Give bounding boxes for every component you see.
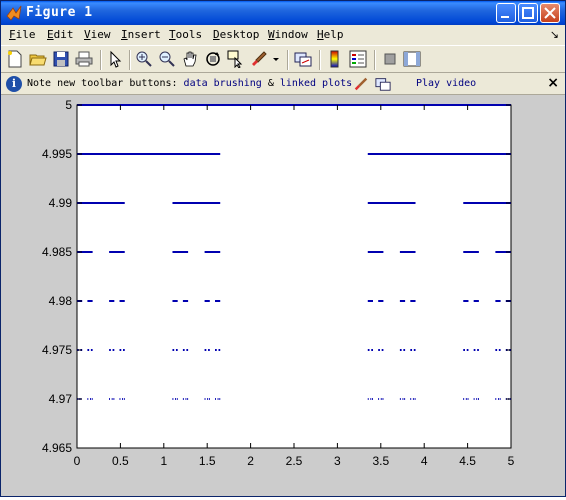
data-cursor-icon[interactable] bbox=[227, 50, 245, 68]
print-icon[interactable] bbox=[75, 50, 93, 68]
x-tick-label: 1 bbox=[160, 454, 167, 468]
zoom-in-icon[interactable] bbox=[135, 50, 153, 68]
x-tick-label: 0 bbox=[74, 454, 81, 468]
toolbar-separator bbox=[287, 50, 289, 70]
link-plot-icon bbox=[375, 78, 391, 91]
x-tick-label: 1.5 bbox=[199, 454, 216, 468]
toolbar-separator bbox=[374, 50, 376, 70]
data-brushing-link[interactable]: data brushing bbox=[184, 78, 262, 89]
menu-edit[interactable]: Edit bbox=[47, 28, 74, 41]
x-tick-label: 3 bbox=[334, 454, 341, 468]
close-icon bbox=[544, 7, 556, 19]
figure-window: Figure 1 File Edit View Insert Tools Des… bbox=[0, 0, 566, 497]
open-file-icon[interactable] bbox=[29, 50, 47, 68]
menu-window[interactable]: Window bbox=[268, 28, 308, 41]
edit-plot-arrow-icon[interactable] bbox=[106, 50, 124, 68]
y-tick-label: 4.975 bbox=[42, 343, 72, 357]
x-tick-label: 2.5 bbox=[286, 454, 303, 468]
info-icon: i bbox=[6, 76, 22, 92]
close-info-bar-icon[interactable]: × bbox=[547, 75, 559, 91]
title-bar[interactable]: Figure 1 bbox=[1, 1, 565, 25]
dock-figure-icon[interactable]: ↘ bbox=[550, 28, 559, 41]
toolbar-separator bbox=[129, 50, 131, 70]
plot-svg: 0 0.5 1 1.5 2 2.5 3 3.5 4 4.5 5 4.965 4.97 4.975 4.98 4… bbox=[42, 98, 515, 468]
insert-legend-icon[interactable] bbox=[349, 50, 367, 68]
y-tick-label: 4.98 bbox=[49, 294, 73, 308]
y-tick-label: 4.99 bbox=[49, 196, 73, 210]
menu-view[interactable]: View bbox=[84, 28, 111, 41]
linked-plots-link[interactable]: linked plots bbox=[280, 78, 352, 89]
brush-dropdown-icon[interactable] bbox=[271, 50, 281, 68]
info-bar: i Note new toolbar buttons: data brushin… bbox=[1, 73, 565, 95]
menu-file[interactable]: File bbox=[9, 28, 36, 41]
brush-icon bbox=[354, 77, 368, 91]
y-tick-label: 5 bbox=[65, 98, 72, 112]
y-tick-label: 4.97 bbox=[49, 392, 73, 406]
x-tick-label: 5 bbox=[508, 454, 515, 468]
minimize-icon bbox=[501, 16, 509, 18]
maximize-button[interactable] bbox=[518, 3, 538, 23]
x-tick-label: 0.5 bbox=[112, 454, 129, 468]
y-tick-label: 4.965 bbox=[42, 441, 72, 455]
y-tick-label: 4.995 bbox=[42, 147, 72, 161]
play-video-link[interactable]: Play video bbox=[416, 78, 476, 89]
menu-help[interactable]: Help bbox=[317, 28, 344, 41]
figure-canvas: 0 0.5 1 1.5 2 2.5 3 3.5 4 4.5 5 4.965 4.97 4.975 4.98 4… bbox=[1, 95, 565, 496]
menu-desktop[interactable]: Desktop bbox=[213, 28, 259, 41]
x-tick-label: 4.5 bbox=[459, 454, 476, 468]
toolbar-separator bbox=[319, 50, 321, 70]
matlab-logo-icon bbox=[6, 5, 22, 21]
brush-icon[interactable] bbox=[250, 50, 268, 68]
show-plot-tools-icon[interactable] bbox=[403, 50, 421, 68]
maximize-icon bbox=[522, 7, 534, 19]
axes-background[interactable] bbox=[76, 104, 512, 449]
figure-toolbar bbox=[1, 45, 565, 73]
close-button[interactable] bbox=[540, 3, 560, 23]
save-icon[interactable] bbox=[52, 50, 70, 68]
pan-hand-icon[interactable] bbox=[181, 50, 199, 68]
hide-plot-tools-icon[interactable] bbox=[381, 50, 399, 68]
menu-insert[interactable]: Insert bbox=[121, 28, 161, 41]
zoom-out-icon[interactable] bbox=[158, 50, 176, 68]
link-plot-icon[interactable] bbox=[294, 50, 312, 68]
menu-tools[interactable]: Tools bbox=[169, 28, 202, 41]
minimize-button[interactable] bbox=[496, 3, 516, 23]
x-tick-label: 4 bbox=[421, 454, 428, 468]
toolbar-separator bbox=[100, 50, 102, 70]
x-tick-label: 3.5 bbox=[372, 454, 389, 468]
insert-colorbar-icon[interactable] bbox=[326, 50, 344, 68]
x-tick-label: 2 bbox=[247, 454, 254, 468]
rotate-3d-icon[interactable] bbox=[204, 50, 222, 68]
window-title: Figure 1 bbox=[26, 5, 93, 20]
info-message: Note new toolbar buttons: data brushing … bbox=[27, 78, 353, 89]
new-figure-icon[interactable] bbox=[6, 50, 24, 68]
y-tick-label: 4.985 bbox=[42, 245, 72, 259]
menu-bar: File Edit View Insert Tools Desktop Wind… bbox=[1, 25, 565, 45]
